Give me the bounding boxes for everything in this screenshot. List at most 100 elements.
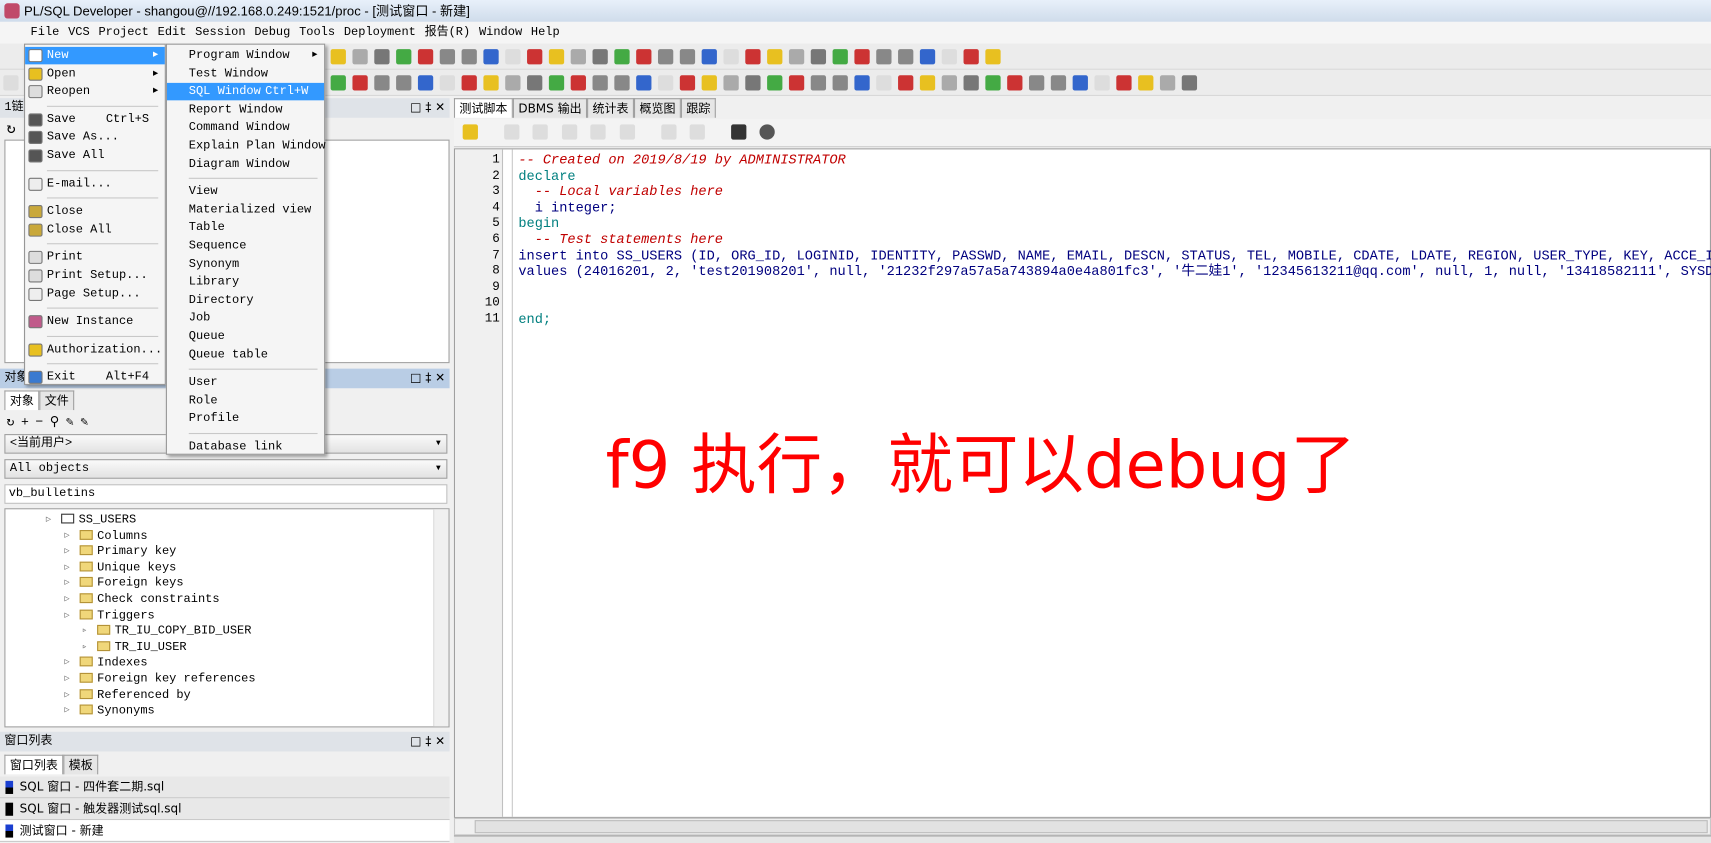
menu-window[interactable]: Window [475, 22, 527, 44]
toolbar-button-icon[interactable] [876, 49, 892, 65]
menu-tools[interactable]: Tools [295, 22, 340, 44]
toolbar-button-icon[interactable] [461, 49, 477, 65]
menu-help[interactable]: Help [527, 22, 565, 44]
menu-item-table[interactable]: Table [167, 220, 324, 237]
tree-node[interactable]: Columns ▷ [64, 528, 148, 543]
toolbar-button-icon[interactable] [461, 75, 477, 91]
menu-item-authorization[interactable]: Authorization... [25, 341, 165, 358]
toolbar-button-icon[interactable] [963, 75, 979, 91]
menu-file[interactable]: File [26, 22, 64, 44]
tree-node[interactable]: Triggers ▷ [64, 608, 155, 623]
editor-tab[interactable]: 测试脚本 [453, 98, 513, 118]
expand-arrow-icon[interactable]: ▷ [64, 688, 69, 703]
menu-item-synonym[interactable]: Synonym [167, 256, 324, 273]
toolbar-button-icon[interactable] [745, 49, 761, 65]
menu-item-new[interactable]: New ▶ [25, 46, 165, 65]
tab-window-list[interactable]: 窗口列表 [4, 754, 64, 775]
toolbar-button-icon[interactable] [374, 49, 390, 65]
editor-tab[interactable]: 统计表 [587, 98, 634, 118]
tree-node[interactable]: Unique keys ▷ [64, 560, 176, 575]
toolbar-button-icon[interactable] [767, 49, 783, 65]
object-tree-scrollbar[interactable] [433, 509, 449, 727]
object-filter-input[interactable] [4, 484, 448, 504]
toolbar-button-icon[interactable] [898, 49, 914, 65]
toolbar-button-icon[interactable] [439, 75, 456, 91]
toolbar-button-icon[interactable] [396, 75, 412, 91]
refresh-icon[interactable]: ↻ [7, 120, 16, 138]
horizontal-scrollbar[interactable] [453, 817, 1711, 836]
expand-arrow-icon[interactable]: ▷ [64, 608, 69, 623]
panel-controls[interactable]: □ ‡ ✕ [410, 369, 445, 389]
menu-debug[interactable]: Debug [250, 22, 295, 44]
code-line[interactable]: declare [518, 169, 575, 185]
toolbar-button-icon[interactable] [701, 75, 717, 91]
menu-report[interactable]: 报告(R) [420, 22, 474, 44]
toolbar-button-icon[interactable] [417, 49, 434, 65]
run-icon[interactable] [503, 124, 519, 140]
code-line[interactable]: -- Test statements here [518, 232, 723, 248]
tree-node[interactable]: SS_USERS ▷ [46, 513, 136, 528]
toolbar-button-icon[interactable] [1007, 75, 1023, 91]
editor-tab[interactable]: 跟踪 [680, 98, 716, 118]
toolbar-button-icon[interactable] [330, 49, 346, 65]
code-line[interactable]: insert into SS_USERS (ID, ORG_ID, LOGINI… [518, 248, 1711, 264]
toolbar-button-icon[interactable] [963, 49, 979, 65]
toolbar-button-icon[interactable] [1159, 75, 1176, 91]
toolbar-button-icon[interactable] [592, 49, 608, 65]
menu-item-database-link[interactable]: Database link [167, 438, 324, 455]
toolbar-button-icon[interactable] [854, 75, 870, 91]
toolbar-button-icon[interactable] [330, 75, 346, 91]
tree-node[interactable]: TR_IU_COPY_BID_USER ▹ [82, 624, 251, 639]
tree-node[interactable]: Referenced by ▷ [64, 688, 191, 703]
watch-icon[interactable] [660, 124, 677, 140]
menu-item-materialized-view[interactable]: Materialized view [167, 202, 324, 219]
menu-item-new-instance[interactable]: New Instance [25, 313, 165, 330]
toolbar-button-icon[interactable] [592, 75, 608, 91]
window-list-item[interactable]: SQL 窗口 - 四件套二期.sql [0, 776, 450, 799]
menu-item-library[interactable]: Library [167, 274, 324, 291]
menu-item-profile[interactable]: Profile [167, 410, 324, 427]
step-out-icon[interactable] [590, 124, 607, 140]
toolbar-button-icon[interactable] [919, 49, 936, 65]
menu-edit[interactable]: Edit [153, 22, 191, 44]
toolbar-button-icon[interactable] [548, 75, 565, 91]
toolbar-button-icon[interactable] [810, 49, 827, 65]
code-line[interactable]: begin [518, 216, 559, 232]
menu-deployment[interactable]: Deployment [339, 22, 420, 44]
toolbar-button-icon[interactable] [810, 75, 827, 91]
toolbar-button-icon[interactable] [505, 49, 521, 65]
toolbar-button-icon[interactable] [636, 49, 652, 65]
toolbar-button-icon[interactable] [657, 49, 674, 65]
expand-arrow-icon[interactable]: ▷ [46, 513, 51, 528]
toolbar-button-icon[interactable] [570, 75, 586, 91]
menu-item-print-setup[interactable]: Print Setup... [25, 267, 165, 284]
menu-item-role[interactable]: Role [167, 392, 324, 409]
breakpoint-icon[interactable] [619, 124, 636, 140]
toolbar-button-icon[interactable] [679, 75, 696, 91]
toolbar-button-icon[interactable] [374, 75, 390, 91]
chart-icon[interactable] [730, 124, 747, 140]
tab-templates[interactable]: 模板 [63, 754, 99, 775]
menu-item-explain-plan-window[interactable]: Explain Plan Window [167, 137, 326, 154]
toolbar-button-icon[interactable] [832, 49, 848, 65]
toolbar-button-icon[interactable] [1116, 75, 1132, 91]
tree-node[interactable]: Primary key ▷ [64, 544, 176, 559]
menu-project[interactable]: Project [94, 22, 153, 44]
menu-item-directory[interactable]: Directory [167, 292, 324, 309]
tree-node[interactable]: Foreign keys ▷ [64, 576, 184, 591]
menu-item-print[interactable]: Print [25, 249, 165, 266]
code-line[interactable]: -- Created on 2019/8/19 by ADMINISTRATOR [518, 153, 845, 169]
expand-arrow-icon[interactable]: ▷ [64, 528, 69, 543]
menu-item-job[interactable]: Job [167, 310, 324, 327]
expand-arrow-icon[interactable]: ▷ [64, 560, 69, 575]
toolbar-button-icon[interactable] [548, 49, 565, 65]
variables-icon[interactable] [689, 124, 706, 140]
expand-arrow-icon[interactable]: ▷ [64, 656, 69, 671]
menu-item-command-window[interactable]: Command Window [167, 119, 324, 136]
code-line[interactable]: end; [518, 312, 551, 328]
execute-icon[interactable] [462, 124, 478, 140]
toolbar-button-icon[interactable] [1029, 75, 1045, 91]
toolbar-button-icon[interactable] [767, 75, 783, 91]
panel-controls[interactable]: □ ‡ ✕ [410, 732, 445, 752]
expand-arrow-icon[interactable]: ▹ [82, 624, 87, 639]
